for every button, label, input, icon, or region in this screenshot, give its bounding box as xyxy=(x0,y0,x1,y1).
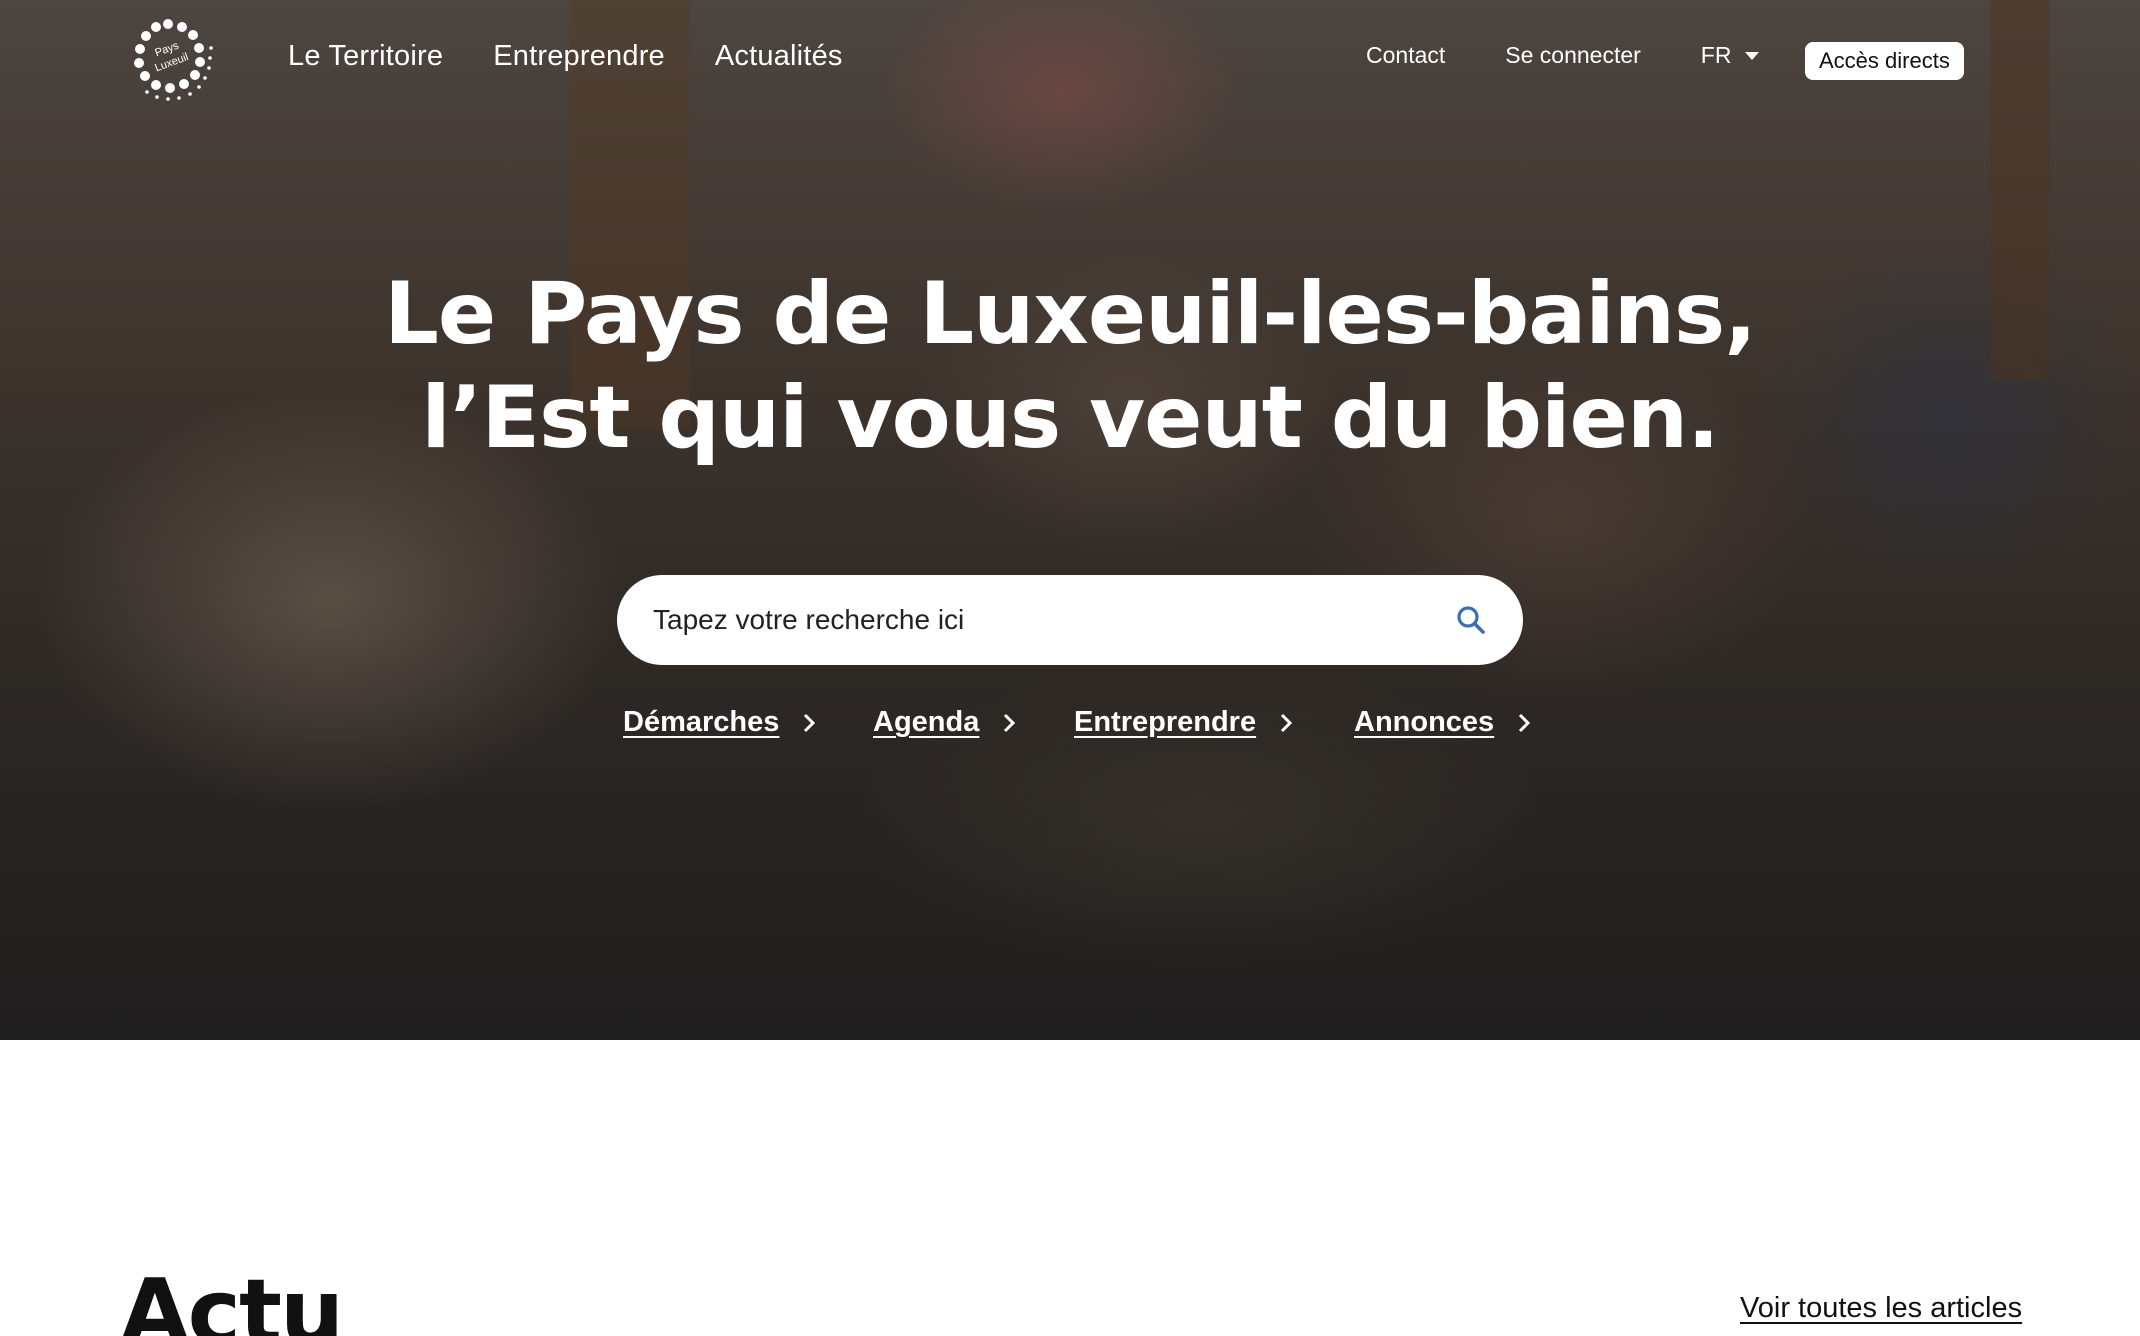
logo-mark-icon: Pays Luxeuil xyxy=(134,19,213,101)
caret-down-icon xyxy=(1745,51,1760,60)
search-bar xyxy=(617,575,1523,665)
quick-link-label: Démarches xyxy=(623,706,780,738)
quick-link-agenda[interactable]: Agenda xyxy=(873,706,1017,739)
contact-link[interactable]: Contact xyxy=(1366,42,1445,69)
chevron-right-icon xyxy=(1281,713,1293,732)
hero-banner: Pays Luxeuil Le Territoire Entreprendre … xyxy=(0,0,2140,1040)
site-logo[interactable]: Pays Luxeuil xyxy=(122,18,226,102)
search-icon[interactable] xyxy=(1455,604,1487,636)
quick-link-entreprendre[interactable]: Entreprendre xyxy=(1074,706,1294,739)
quick-link-label: Entreprendre xyxy=(1074,706,1257,738)
see-all-articles-link[interactable]: Voir toutes les articles xyxy=(1740,1292,2022,1325)
chevron-right-icon xyxy=(1519,713,1531,732)
nav-link-entreprendre[interactable]: Entreprendre xyxy=(493,40,665,73)
chevron-right-icon xyxy=(1004,713,1016,732)
nav-link-actualites[interactable]: Actualités xyxy=(715,40,843,73)
hero-headline-line2: l’Est qui vous veut du bien. xyxy=(421,368,1719,468)
search-input[interactable] xyxy=(653,604,1455,636)
quick-link-label: Annonces xyxy=(1354,706,1495,738)
quick-link-label: Agenda xyxy=(873,706,980,738)
nav-link-territoire[interactable]: Le Territoire xyxy=(288,40,443,73)
hero-headline: Le Pays de Luxeuil-les-bains, l’Est qui … xyxy=(0,262,2140,470)
language-current: FR xyxy=(1700,42,1732,68)
language-selector[interactable]: FR xyxy=(1701,42,1760,69)
hero-headline-line1: Le Pays de Luxeuil-les-bains, xyxy=(384,264,1757,364)
quick-access-button[interactable]: Accès directs xyxy=(1805,42,1964,80)
hero-overlay xyxy=(0,0,2140,1040)
quick-link-annonces[interactable]: Annonces xyxy=(1354,706,1532,739)
news-section-title: Actu xyxy=(120,1260,344,1336)
login-link[interactable]: Se connecter xyxy=(1505,42,1641,69)
quick-link-demarches[interactable]: Démarches xyxy=(623,706,817,739)
utility-navigation: Contact Se connecter FR xyxy=(1366,42,1821,69)
chevron-right-icon xyxy=(804,713,816,732)
main-navigation: Le Territoire Entreprendre Actualités xyxy=(288,40,843,73)
